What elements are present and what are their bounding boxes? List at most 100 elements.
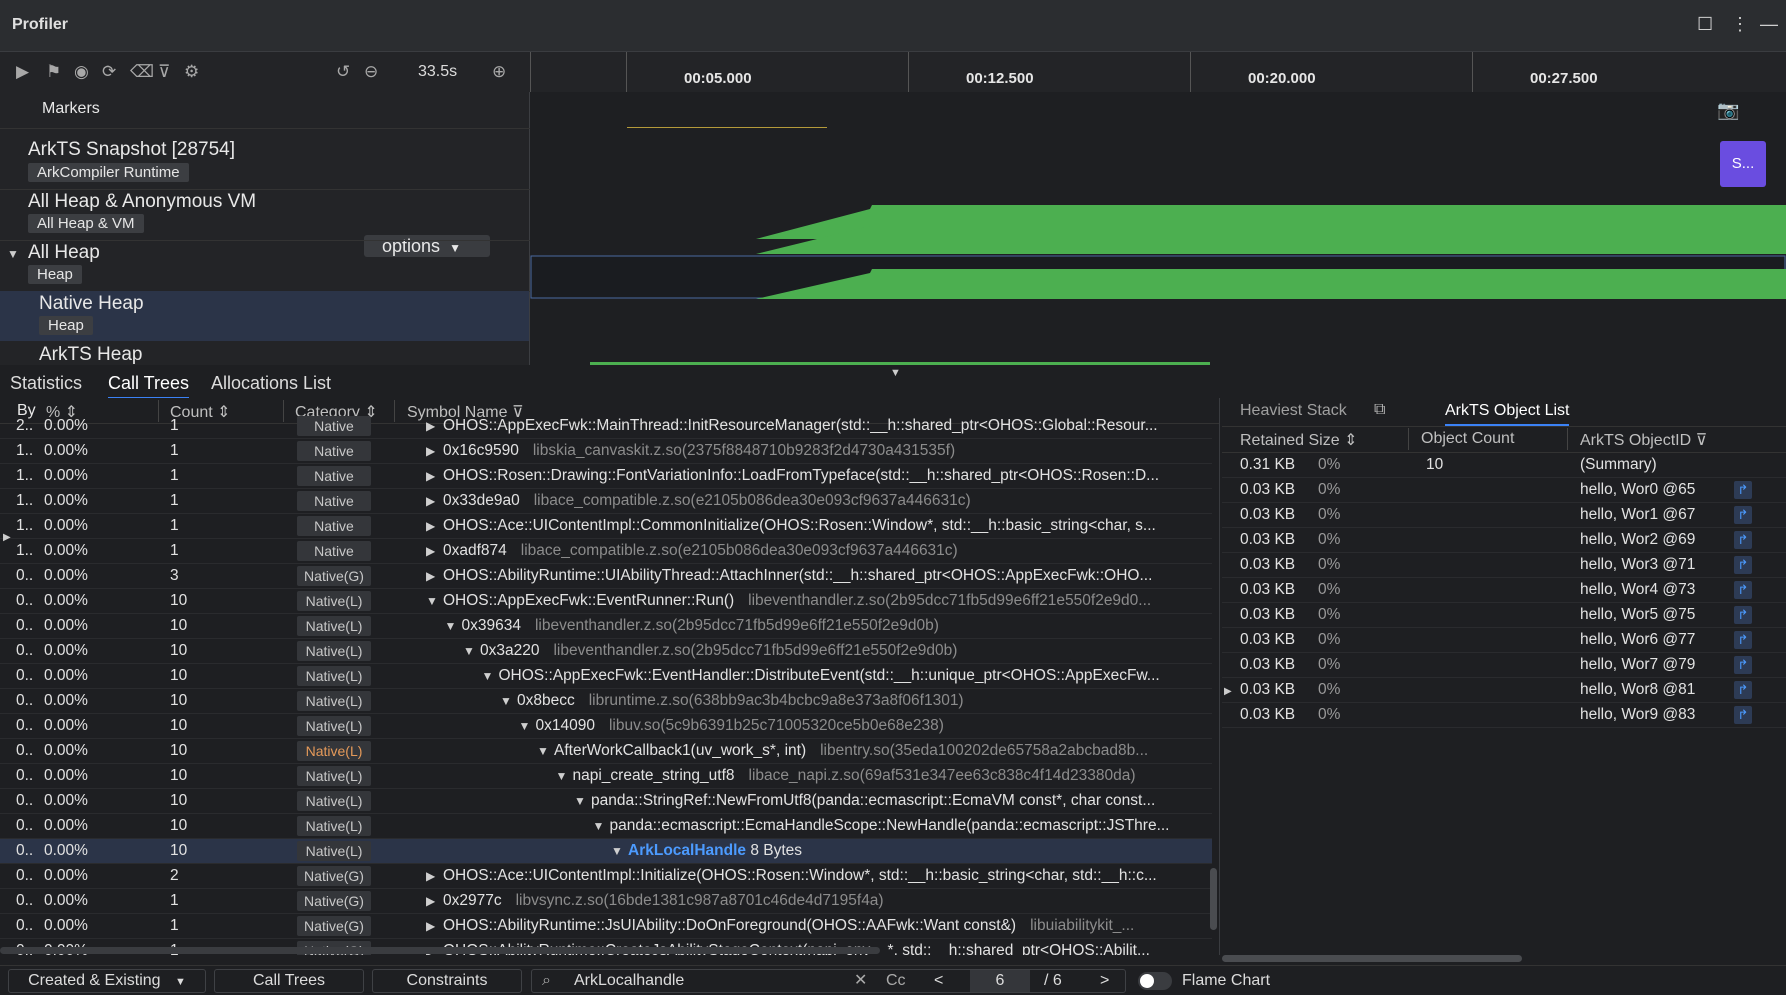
jump-to-source-icon[interactable]: ↱ [1734, 631, 1752, 649]
table-row[interactable]: 1.. 0.00% 1 Native ▶ OHOS::Rosen::Drawing::Fo… [0, 464, 1212, 489]
stack-view-icon[interactable]: ⧉ [1374, 401, 1385, 419]
object-row[interactable]: 0.03 KB 0% hello, Wor9 @83 ↱ [1222, 703, 1786, 728]
collapsed-arrow-icon[interactable]: ▶ [426, 519, 436, 533]
filter-icon[interactable]: ⊽ [158, 62, 170, 82]
table-row[interactable]: 0.. 0.00% 10 Native(L) ▼ 0x3a220 libeventhandl… [0, 639, 1212, 664]
play-icon[interactable]: ▶ [16, 62, 29, 82]
collapse-arrow-icon[interactable]: ▼ [7, 247, 19, 261]
flame-chart-toggle[interactable] [1138, 972, 1172, 990]
track-name[interactable]: All Heap [28, 242, 100, 264]
object-row[interactable]: 0.03 KB 0% hello, Wor1 @67 ↱ [1222, 503, 1786, 528]
jump-to-source-icon[interactable]: ↱ [1734, 481, 1752, 499]
table-row[interactable]: 0.. 0.00% 10 Native(L) ▼ AfterWorkCallback1(u… [0, 739, 1212, 764]
record-icon[interactable]: ◉ [74, 62, 89, 82]
horizontal-scrollbar[interactable] [0, 947, 880, 954]
table-row[interactable]: 0.. 0.00% 1 Native(G) ▶ 0x2977c libvsync.z.so(… [0, 889, 1212, 914]
table-row[interactable]: 0.. 0.00% 10 Native(L) ▼ 0x8becc libruntime.z.… [0, 689, 1212, 714]
collapsed-arrow-icon[interactable]: ▶ [426, 419, 436, 433]
table-row[interactable]: 0.. 0.00% 10 Native(L) ▼ OHOS::AppExecFwk::Ev… [0, 664, 1212, 689]
prev-match-icon[interactable]: < [934, 970, 943, 992]
collapsed-arrow-icon[interactable]: ▶ [426, 894, 436, 908]
collapsed-arrow-icon[interactable]: ▶ [426, 544, 436, 558]
mode-dropdown[interactable]: Created & Existing ▼ [8, 969, 206, 993]
options-dropdown[interactable]: options ▼ [364, 235, 490, 257]
maximize-icon[interactable]: ☐ [1697, 14, 1713, 35]
expanded-arrow-icon[interactable]: ▼ [556, 769, 568, 783]
table-row[interactable]: 1.. 0.00% 1 Native ▶ 0xadf874 libace_compatibl… [0, 539, 1212, 564]
right-horizontal-scrollbar[interactable] [1222, 955, 1522, 962]
jump-to-source-icon[interactable]: ↱ [1734, 706, 1752, 724]
col-object-count[interactable]: Object Count [1421, 430, 1514, 448]
jump-to-source-icon[interactable]: ↱ [1734, 531, 1752, 549]
table-row[interactable]: 0.. 0.00% 3 Native(G) ▶ OHOS::AbilityRuntime:… [0, 564, 1212, 589]
collapse-panel-icon[interactable]: ▼ [890, 367, 901, 379]
collapsed-arrow-icon[interactable]: ▶ [426, 444, 436, 458]
object-row[interactable]: 0.03 KB 0% hello, Wor8 @81 ↱ [1222, 678, 1786, 703]
object-row[interactable]: 0.03 KB 0% hello, Wor7 @79 ↱ [1222, 653, 1786, 678]
match-case-toggle[interactable]: Cc [886, 970, 906, 992]
tab-heaviest-stack[interactable]: Heaviest Stack [1240, 402, 1347, 420]
track-name[interactable]: ArkTS Snapshot [28754] [28, 139, 235, 161]
collapsed-arrow-icon[interactable]: ▶ [426, 469, 436, 483]
object-row[interactable]: 0.03 KB 0% hello, Wor6 @77 ↱ [1222, 628, 1786, 653]
tab-arkts-object-list[interactable]: ArkTS Object List [1445, 402, 1570, 426]
object-row[interactable]: 0.03 KB 0% hello, Wor2 @69 ↱ [1222, 528, 1786, 553]
table-row[interactable]: 1.. 0.00% 1 Native ▶ OHOS::Ace::UIContentImpl… [0, 514, 1212, 539]
expanded-arrow-icon[interactable]: ▼ [482, 669, 494, 683]
more-icon[interactable]: ⋮ [1731, 14, 1749, 35]
vertical-scrollbar[interactable] [1210, 868, 1217, 930]
expand-right-icon[interactable]: ▶ [1224, 686, 1232, 697]
reset-zoom-icon[interactable]: ↺ [336, 62, 350, 82]
table-row[interactable]: 0.. 0.00% 1 Native(G) ▶ OHOS::AbilityRuntime:… [0, 914, 1212, 939]
table-row[interactable]: 0.. 0.00% 10 Native(L) ▼ panda::ecmascript::E… [0, 814, 1212, 839]
expanded-arrow-icon[interactable]: ▼ [445, 619, 457, 633]
track-name[interactable]: All Heap & Anonymous VM [28, 191, 256, 213]
constraints-button[interactable]: Constraints [372, 969, 522, 993]
timeline-area[interactable]: 📷 S... [530, 92, 1786, 365]
table-row[interactable]: 1.. 0.00% 1 Native ▶ 0x33de9a0 libace_compatib… [0, 489, 1212, 514]
object-row[interactable]: 0.31 KB 0% 10 (Summary) [1222, 453, 1786, 478]
clear-icon[interactable]: ✕ [854, 970, 867, 992]
jump-to-source-icon[interactable]: ↱ [1734, 556, 1752, 574]
zoom-in-icon[interactable]: ⊕ [492, 62, 506, 82]
zoom-out-icon[interactable]: ⊖ [364, 62, 378, 82]
object-row[interactable]: 0.03 KB 0% hello, Wor4 @73 ↱ [1222, 578, 1786, 603]
jump-to-source-icon[interactable]: ↱ [1734, 606, 1752, 624]
flag-icon[interactable]: ⚑ [46, 62, 61, 82]
next-match-icon[interactable]: > [1100, 970, 1109, 992]
expanded-arrow-icon[interactable]: ▼ [519, 719, 531, 733]
table-row[interactable]: 0.. 0.00% 2 Native(G) ▶ OHOS::Ace::UIContentI… [0, 864, 1212, 889]
expanded-arrow-icon[interactable]: ▼ [463, 644, 475, 658]
jump-to-source-icon[interactable]: ↱ [1734, 581, 1752, 599]
table-row[interactable]: 2.. 0.00% 1 Native ▶ OHOS::AppExecFwk::MainTh… [0, 414, 1212, 439]
expanded-arrow-icon[interactable]: ▼ [426, 594, 438, 608]
jump-to-source-icon[interactable]: ↱ [1734, 506, 1752, 524]
col-retained-size[interactable]: Retained Size ⇕ [1240, 430, 1357, 450]
tab-call-trees[interactable]: Call Trees [108, 373, 190, 399]
expanded-arrow-icon[interactable]: ▼ [537, 744, 549, 758]
jump-to-source-icon[interactable]: ↱ [1734, 656, 1752, 674]
gear-icon[interactable]: ⚙ [184, 62, 199, 82]
search-box[interactable]: ⌕ ArkLocalhandle ✕ Cc < 6 / 6 > [531, 969, 1126, 993]
match-index-field[interactable]: 6 [970, 970, 1030, 992]
collapsed-arrow-icon[interactable]: ▶ [426, 569, 436, 583]
table-row[interactable]: 0.. 0.00% 10 Native(L) ▼ napi_create_string_u… [0, 764, 1212, 789]
collapsed-arrow-icon[interactable]: ▶ [426, 494, 436, 508]
table-row[interactable]: 0.. 0.00% 10 Native(L) ▼ OHOS::AppExecFwk::Ev… [0, 589, 1212, 614]
minimize-icon[interactable]: — [1760, 14, 1778, 35]
expanded-arrow-icon[interactable]: ▼ [500, 694, 512, 708]
table-row[interactable]: 0.. 0.00% 10 Native(L) ▼ 0x39634 libeventhandl… [0, 614, 1212, 639]
object-row[interactable]: 0.03 KB 0% hello, Wor5 @75 ↱ [1222, 603, 1786, 628]
tab-allocations-list[interactable]: Allocations List [211, 373, 331, 394]
refresh-icon[interactable]: ⟳ [102, 62, 116, 82]
collapsed-arrow-icon[interactable]: ▶ [426, 919, 436, 933]
table-row[interactable]: 0.. 0.00% 10 Native(L) ▼ 0x14090 libuv.so(5c9b… [0, 714, 1212, 739]
col-arkts-objectid[interactable]: ArkTS ObjectID ⊽ [1580, 430, 1707, 450]
collapsed-arrow-icon[interactable]: ▶ [426, 869, 436, 883]
trash-icon[interactable]: ⌫ [130, 62, 154, 82]
expanded-arrow-icon[interactable]: ▼ [574, 794, 586, 808]
table-row[interactable]: 0.. 0.00% 10 Native(L) ▼ panda::StringRef::Ne… [0, 789, 1212, 814]
expand-left-icon[interactable]: ▶ [3, 532, 11, 543]
track-name[interactable]: ArkTS Heap [39, 344, 142, 366]
search-input[interactable]: ArkLocalhandle [574, 970, 684, 992]
